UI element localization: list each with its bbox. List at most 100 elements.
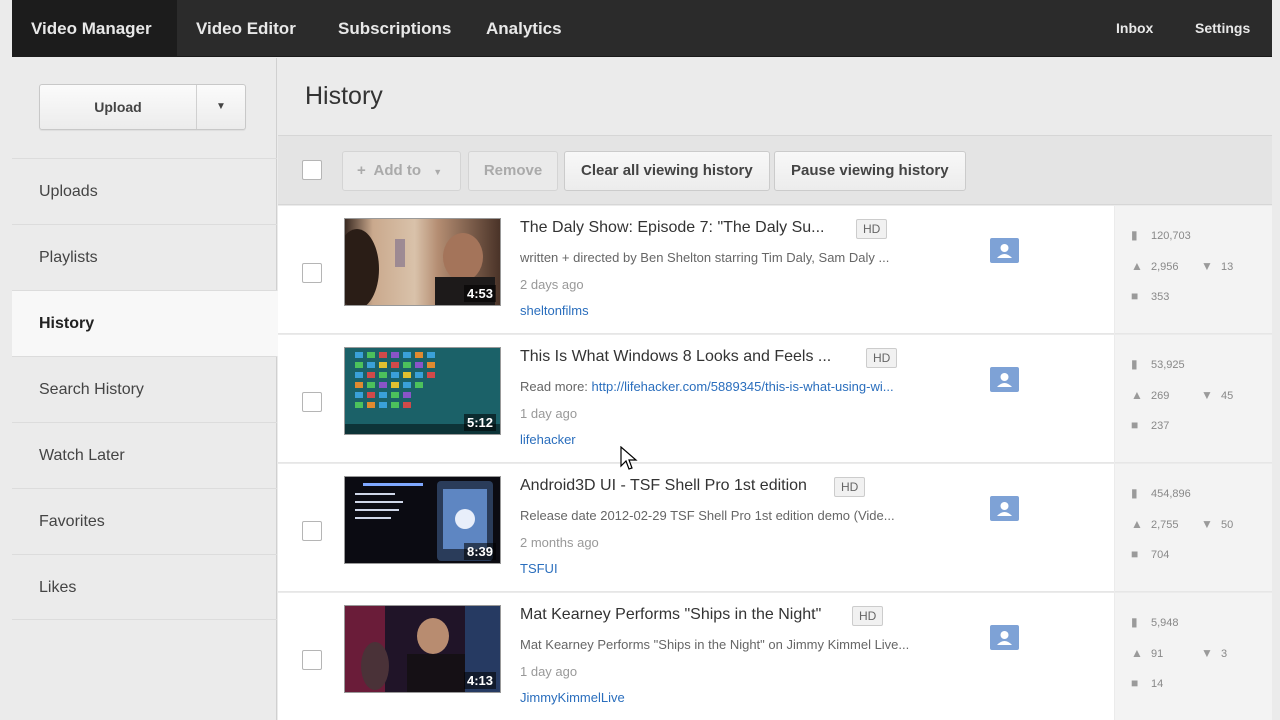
comment-icon: ■	[1131, 676, 1139, 690]
views-count: 120,703	[1151, 230, 1191, 242]
top-navigation: Video Manager Video Editor Subscriptions…	[12, 0, 1272, 57]
video-stats: ▮ 53,925 ▲ 269 ▼ 45 ■ 237	[1115, 335, 1272, 463]
video-title[interactable]: Android3D UI - TSF Shell Pro 1st edition	[520, 477, 807, 495]
sidebar-item-search-history[interactable]: Search History	[12, 356, 277, 422]
video-age: 2 days ago	[520, 277, 584, 292]
video-checkbox[interactable]	[302, 263, 322, 283]
views-count: 5,948	[1151, 617, 1179, 629]
clear-history-button[interactable]: Clear all viewing history	[564, 151, 770, 191]
video-title[interactable]: The Daly Show: Episode 7: "The Daly Su..…	[520, 219, 825, 237]
video-duration: 4:13	[463, 672, 496, 689]
comments-stat: ■ 353	[1131, 289, 1169, 303]
upload-button-group: Upload ▼	[39, 84, 246, 130]
sidebar-item-likes[interactable]: Likes	[12, 554, 277, 620]
user-icon[interactable]	[990, 238, 1019, 263]
video-row: 8:39 Android3D UI - TSF Shell Pro 1st ed…	[278, 464, 1272, 593]
comments-stat: ■ 704	[1131, 547, 1169, 561]
plus-icon: +	[357, 162, 366, 179]
thumbs-up-icon: ▲	[1131, 388, 1143, 402]
thumbs-down-icon: ▼	[1201, 388, 1213, 402]
video-description: Release date 2012-02-29 TSF Shell Pro 1s…	[520, 508, 895, 523]
views-stat: ▮ 120,703	[1131, 228, 1191, 242]
likes-count: 2,755	[1151, 519, 1179, 531]
video-row-main: 5:12 This Is What Windows 8 Looks and Fe…	[278, 335, 1114, 463]
channel-link[interactable]: lifehacker	[520, 432, 576, 447]
description-link[interactable]: http://lifehacker.com/5889345/this-is-wh…	[592, 379, 894, 394]
dislikes-stat: ▼ 3	[1201, 646, 1227, 660]
toolbar: + Add to ▼ Remove Clear all viewing hist…	[278, 135, 1272, 205]
description-text: Read more:	[520, 379, 592, 394]
video-duration: 4:53	[463, 285, 496, 302]
add-to-button[interactable]: + Add to ▼	[342, 151, 461, 191]
dislikes-stat: ▼ 13	[1201, 259, 1233, 273]
comments-stat: ■ 14	[1131, 676, 1163, 690]
tab-subscriptions[interactable]: Subscriptions	[338, 0, 451, 57]
video-thumbnail[interactable]: 5:12	[344, 347, 501, 435]
views-count: 53,925	[1151, 359, 1185, 371]
dislikes-count: 13	[1221, 261, 1234, 273]
views-stat: ▮ 5,948	[1131, 615, 1179, 629]
video-stats: ▮ 5,948 ▲ 91 ▼ 3 ■ 14	[1115, 593, 1272, 720]
video-thumbnail[interactable]: 4:13	[344, 605, 501, 693]
video-row: 4:53 The Daly Show: Episode 7: "The Daly…	[278, 206, 1272, 335]
video-row: 4:13 Mat Kearney Performs "Ships in the …	[278, 593, 1272, 720]
channel-link[interactable]: TSFUI	[520, 561, 558, 576]
comments-count: 704	[1151, 549, 1170, 561]
comments-count: 14	[1151, 678, 1164, 690]
video-thumbnail[interactable]: 8:39	[344, 476, 501, 564]
likes-stat: ▲ 269	[1131, 388, 1169, 402]
video-description: written + directed by Ben Shelton starri…	[520, 250, 890, 265]
select-all-checkbox[interactable]	[302, 160, 322, 180]
sidebar-item-playlists[interactable]: Playlists	[12, 224, 277, 290]
thumbs-down-icon: ▼	[1201, 517, 1213, 531]
likes-stat: ▲ 91	[1131, 646, 1163, 660]
video-duration: 8:39	[463, 543, 496, 560]
video-title[interactable]: Mat Kearney Performs "Ships in the Night…	[520, 606, 821, 624]
video-stats: ▮ 454,896 ▲ 2,755 ▼ 50 ■ 704	[1115, 464, 1272, 592]
inbox-link[interactable]: Inbox	[1116, 0, 1153, 57]
channel-link[interactable]: sheltonfilms	[520, 303, 589, 318]
mouse-cursor-icon	[620, 446, 638, 470]
video-thumbnail[interactable]: 4:53	[344, 218, 501, 306]
thumbs-up-icon: ▲	[1131, 517, 1143, 531]
settings-link[interactable]: Settings	[1195, 0, 1250, 57]
user-icon[interactable]	[990, 625, 1019, 650]
video-duration: 5:12	[463, 414, 496, 431]
video-title[interactable]: This Is What Windows 8 Looks and Feels .…	[520, 348, 831, 366]
video-checkbox[interactable]	[302, 392, 322, 412]
tab-video-manager[interactable]: Video Manager	[12, 0, 177, 57]
video-row-main: 8:39 Android3D UI - TSF Shell Pro 1st ed…	[278, 464, 1114, 592]
video-checkbox[interactable]	[302, 521, 322, 541]
user-icon[interactable]	[990, 496, 1019, 521]
video-stats: ▮ 120,703 ▲ 2,956 ▼ 13 ■ 353	[1115, 206, 1272, 334]
hd-badge: HD	[852, 606, 884, 626]
thumbs-up-icon: ▲	[1131, 259, 1143, 273]
remove-button[interactable]: Remove	[468, 151, 558, 191]
bar-chart-icon: ▮	[1131, 486, 1138, 500]
dislikes-count: 50	[1221, 519, 1234, 531]
comments-stat: ■ 237	[1131, 418, 1169, 432]
video-row: 5:12 This Is What Windows 8 Looks and Fe…	[278, 335, 1272, 464]
thumbs-up-icon: ▲	[1131, 646, 1143, 660]
tab-video-editor[interactable]: Video Editor	[196, 0, 296, 57]
chevron-down-icon: ▼	[433, 167, 443, 177]
sidebar-item-uploads[interactable]: Uploads	[12, 158, 277, 224]
video-row-main: 4:53 The Daly Show: Episode 7: "The Daly…	[278, 206, 1114, 334]
add-to-label: Add to	[373, 162, 422, 179]
pause-history-button[interactable]: Pause viewing history	[774, 151, 966, 191]
likes-count: 2,956	[1151, 261, 1179, 273]
thumbs-down-icon: ▼	[1201, 646, 1213, 660]
tab-analytics[interactable]: Analytics	[486, 0, 562, 57]
channel-link[interactable]: JimmyKimmelLive	[520, 690, 625, 705]
comment-icon: ■	[1131, 289, 1139, 303]
sidebar-item-watch-later[interactable]: Watch Later	[12, 422, 277, 488]
sidebar: Upload ▼ Uploads Playlists History Searc…	[12, 58, 278, 720]
sidebar-item-history[interactable]: History	[12, 290, 278, 356]
video-checkbox[interactable]	[302, 650, 322, 670]
page-title: History	[305, 82, 383, 110]
upload-dropdown-chevron-down-icon[interactable]: ▼	[197, 85, 245, 129]
user-icon[interactable]	[990, 367, 1019, 392]
upload-button[interactable]: Upload	[40, 85, 196, 129]
sidebar-item-favorites[interactable]: Favorites	[12, 488, 277, 554]
comments-count: 353	[1151, 291, 1170, 303]
